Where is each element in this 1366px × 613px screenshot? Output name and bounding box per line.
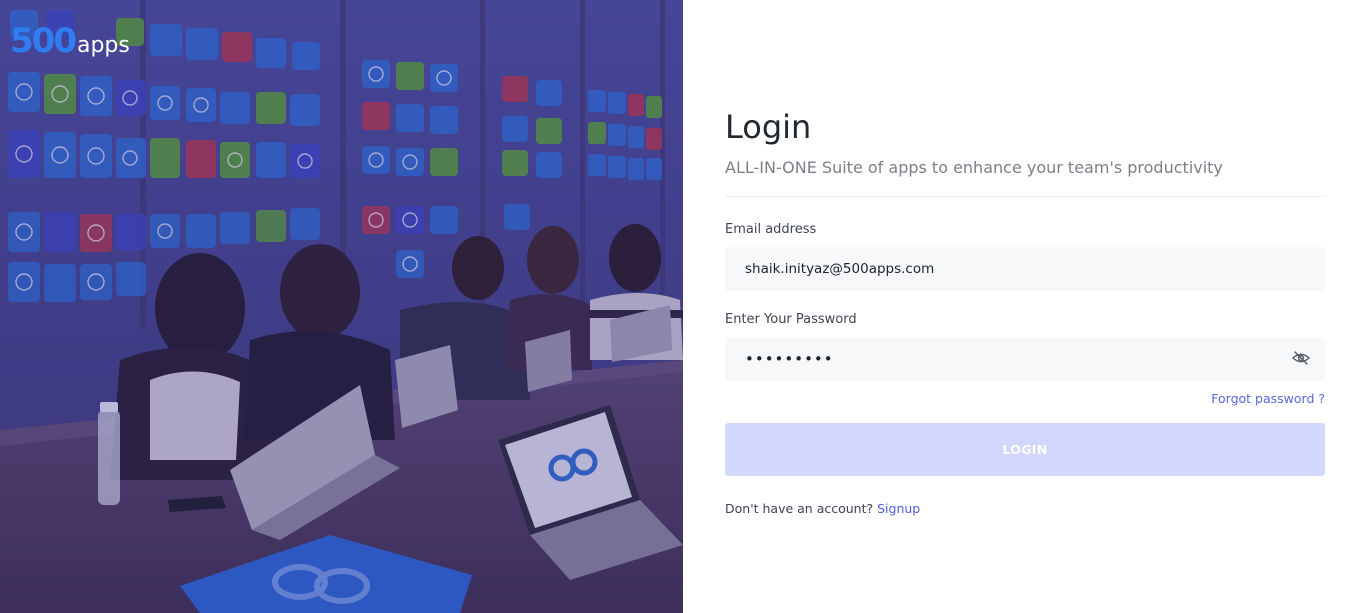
login-panel: Login ALL-IN-ONE Suite of apps to enhanc… <box>683 0 1366 613</box>
password-field[interactable] <box>725 337 1325 381</box>
email-field[interactable] <box>725 247 1325 291</box>
hero-illustration <box>0 0 683 613</box>
page-subtitle: ALL-IN-ONE Suite of apps to enhance your… <box>725 158 1223 177</box>
brand-logo[interactable]: 500 apps <box>10 24 130 58</box>
hero-image: 500 apps <box>0 0 683 613</box>
divider <box>725 196 1325 197</box>
page-title: Login <box>725 108 812 146</box>
email-label: Email address <box>725 222 817 237</box>
logo-number: 500 <box>10 21 77 61</box>
eye-slash-icon[interactable] <box>1291 350 1311 366</box>
signup-prompt: Don't have an account? <box>725 501 874 516</box>
login-button[interactable]: LOGIN <box>725 423 1325 476</box>
signup-row: Don't have an account? Signup <box>725 501 920 516</box>
logo-word: apps <box>76 33 130 58</box>
forgot-password-link[interactable]: Forgot password ? <box>1211 391 1325 406</box>
password-label: Enter Your Password <box>725 312 857 327</box>
signup-link[interactable]: Signup <box>877 501 920 516</box>
